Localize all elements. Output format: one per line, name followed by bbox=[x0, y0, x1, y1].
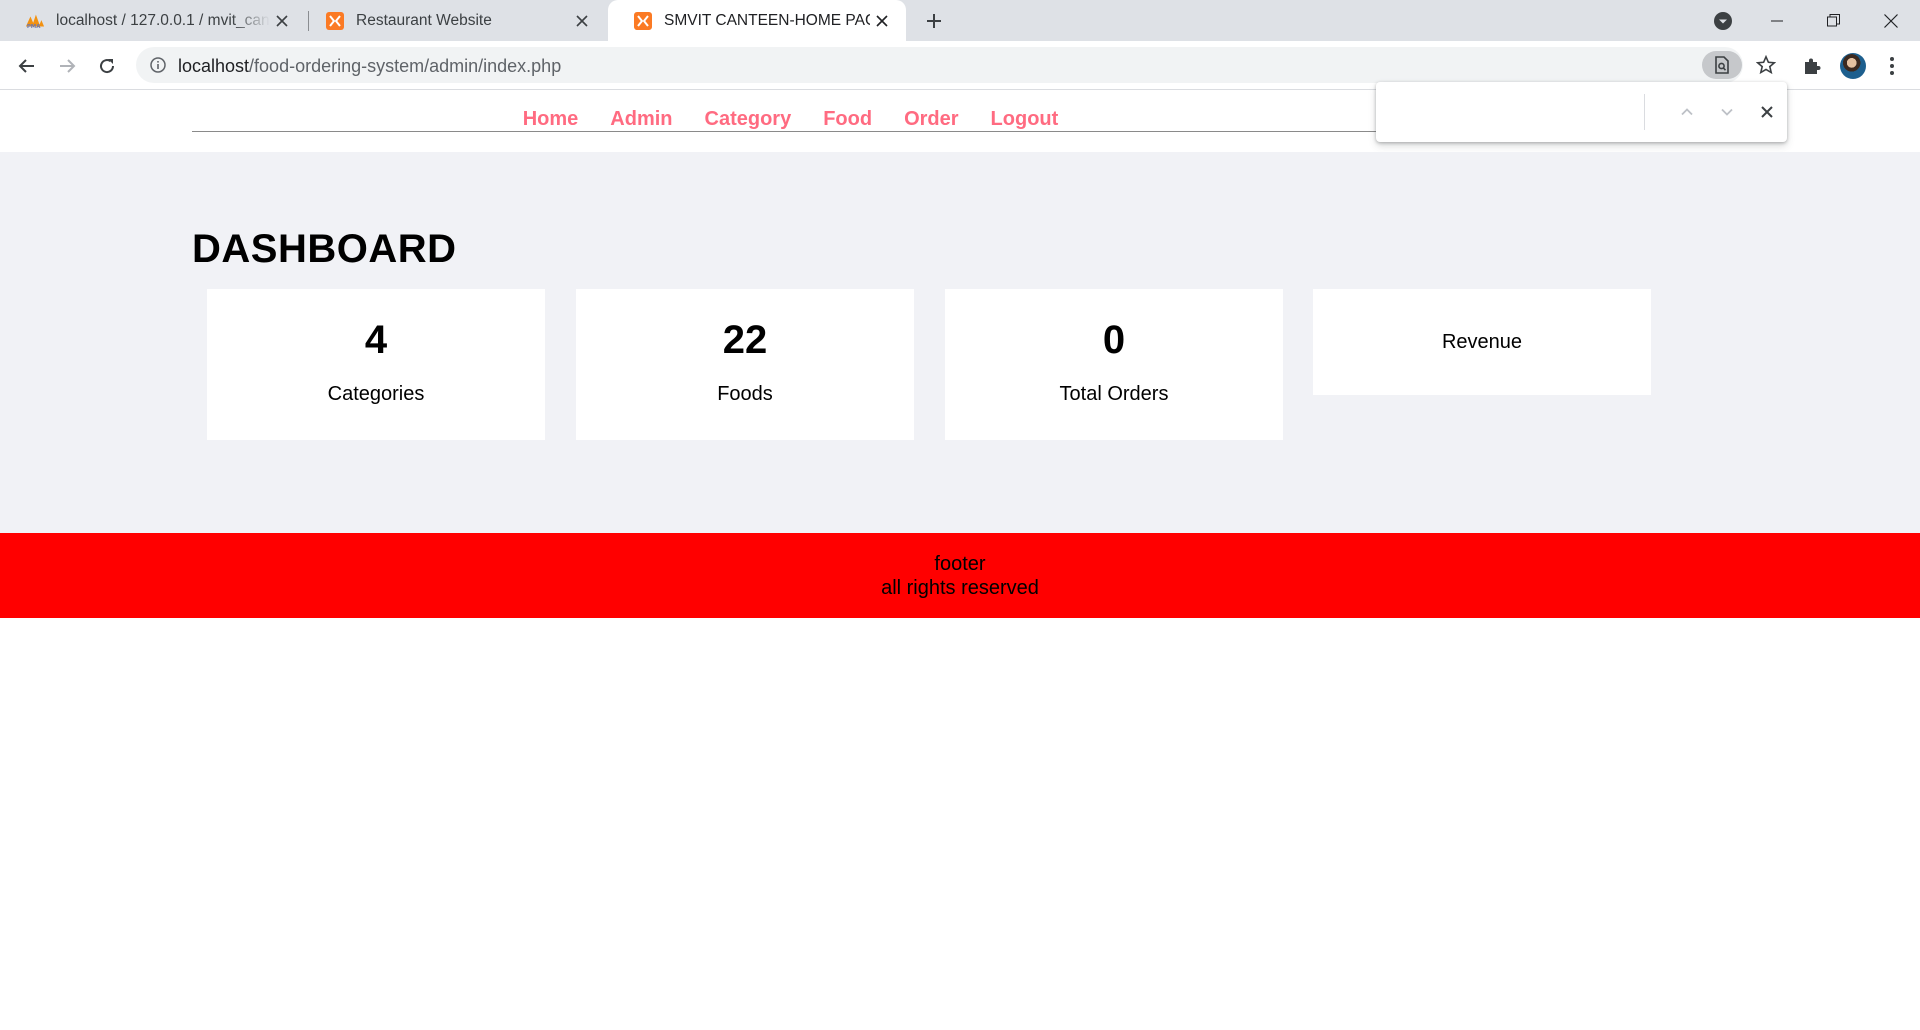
tab-search-button[interactable] bbox=[1710, 8, 1736, 34]
chevron-down-circle-icon bbox=[1714, 12, 1732, 30]
close-tab-icon[interactable] bbox=[870, 9, 894, 33]
menu-logout-link[interactable]: Logout bbox=[991, 91, 1059, 147]
tab-title: Restaurant Website bbox=[356, 11, 492, 29]
extensions-puzzle-icon[interactable] bbox=[1795, 49, 1829, 83]
stat-value: 4 bbox=[364, 318, 388, 362]
find-bar-divider bbox=[1644, 94, 1645, 130]
footer-text: footer bbox=[934, 553, 986, 575]
arrow-right-icon bbox=[60, 59, 76, 73]
dashboard-section: DASHBOARD 4 Categories 22 Foods 0 Total … bbox=[0, 152, 1920, 533]
browser-menu-button[interactable] bbox=[1875, 49, 1909, 83]
admin-menu: Home Admin Category Food Order Logout bbox=[192, 91, 1389, 132]
site-info-icon[interactable] bbox=[148, 55, 168, 75]
minimize-button[interactable] bbox=[1748, 0, 1806, 41]
chevron-up-icon bbox=[1681, 108, 1693, 116]
restore-icon bbox=[1826, 14, 1840, 27]
stat-label: Categories bbox=[327, 383, 425, 405]
menu-order-link[interactable]: Order bbox=[904, 91, 958, 147]
stat-card-categories: 4 Categories bbox=[207, 289, 545, 440]
tab-title: SMVIT CANTEEN-HOME PAGE bbox=[664, 11, 870, 29]
close-window-button[interactable] bbox=[1862, 0, 1920, 41]
menu-food-link[interactable]: Food bbox=[823, 91, 872, 147]
tab-restaurant-website[interactable]: Restaurant Website bbox=[300, 0, 606, 41]
reload-icon bbox=[100, 59, 115, 74]
url-host: localhost bbox=[178, 56, 250, 76]
tab-smvit-canteen[interactable]: SMVIT CANTEEN-HOME PAGE bbox=[608, 0, 906, 41]
find-bar bbox=[1376, 82, 1787, 142]
tab-phpmyadmin[interactable]: PMA localhost / 127.0.0.1 / mvit_canteen bbox=[0, 0, 306, 41]
close-tab-icon[interactable] bbox=[570, 9, 594, 33]
stat-label: Foods bbox=[717, 383, 773, 405]
tab-strip: PMA localhost / 127.0.0.1 / mvit_canteen… bbox=[0, 0, 1920, 41]
phpmyadmin-icon: PMA bbox=[25, 11, 45, 31]
more-vertical-icon bbox=[1890, 57, 1894, 75]
menu-home-link[interactable]: Home bbox=[523, 91, 579, 147]
find-close-button[interactable] bbox=[1753, 98, 1781, 126]
menu-category-link[interactable]: Category bbox=[705, 91, 792, 147]
bookmark-star-icon[interactable] bbox=[1746, 51, 1786, 79]
find-in-page-icon[interactable] bbox=[1702, 51, 1742, 79]
stat-label: Total Orders bbox=[1059, 383, 1169, 405]
find-next-button[interactable] bbox=[1713, 98, 1741, 126]
tab-title: localhost / 127.0.0.1 / mvit_canteen bbox=[56, 11, 270, 29]
stat-card-foods: 22 Foods bbox=[576, 289, 914, 440]
reload-button[interactable] bbox=[90, 49, 124, 83]
avatar bbox=[1840, 53, 1866, 79]
page-title: DASHBOARD bbox=[192, 227, 457, 271]
minimize-icon bbox=[1771, 20, 1783, 21]
new-tab-button[interactable] bbox=[918, 6, 950, 36]
xampp-icon bbox=[633, 11, 653, 31]
stat-value: 0 bbox=[1102, 318, 1126, 362]
profile-avatar[interactable] bbox=[1836, 49, 1870, 83]
back-button[interactable] bbox=[10, 49, 44, 83]
arrow-left-icon bbox=[18, 59, 34, 73]
stat-value: 22 bbox=[722, 318, 768, 362]
footer-copyright: all rights reserved bbox=[881, 577, 1039, 599]
plus-icon bbox=[927, 14, 941, 28]
stat-label: Revenue bbox=[1441, 331, 1523, 353]
menu-admin-link[interactable]: Admin bbox=[610, 91, 672, 147]
url-text: localhost/food-ordering-system/admin/ind… bbox=[178, 56, 561, 77]
chevron-down-icon bbox=[1721, 108, 1733, 116]
svg-text:PMA: PMA bbox=[27, 23, 41, 28]
stat-card-revenue: Revenue bbox=[1313, 289, 1651, 395]
url-path: /food-ordering-system/admin/index.php bbox=[249, 56, 562, 76]
find-input[interactable] bbox=[1392, 96, 1642, 128]
address-bar[interactable]: localhost/food-ordering-system/admin/ind… bbox=[136, 47, 1776, 83]
close-icon bbox=[1884, 13, 1898, 28]
forward-button[interactable] bbox=[50, 49, 84, 83]
close-tab-icon[interactable] bbox=[270, 9, 294, 33]
restore-button[interactable] bbox=[1804, 0, 1862, 41]
page-footer: footer all rights reserved bbox=[0, 533, 1920, 618]
find-previous-button[interactable] bbox=[1673, 98, 1701, 126]
stat-card-total-orders: 0 Total Orders bbox=[945, 289, 1283, 440]
xampp-icon bbox=[325, 11, 345, 31]
close-icon bbox=[1761, 106, 1773, 118]
